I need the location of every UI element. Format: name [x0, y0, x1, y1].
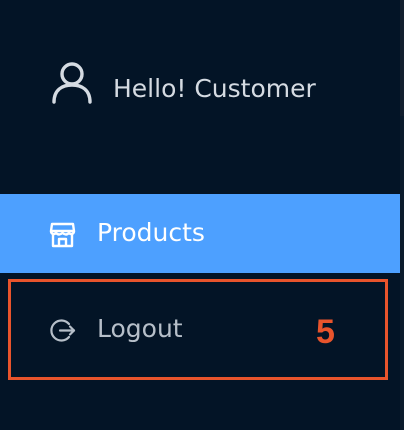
sidebar-edge	[400, 0, 404, 430]
sidebar-edge-upper	[400, 0, 404, 116]
step-number-badge: 5	[316, 313, 335, 351]
nav-item-label: Products	[97, 218, 205, 247]
user-icon	[49, 59, 95, 105]
store-icon	[49, 221, 76, 248]
user-header: Hello! Customer	[0, 56, 400, 126]
nav-item-products[interactable]: Products	[0, 194, 400, 273]
greeting-text: Hello! Customer	[113, 74, 316, 103]
